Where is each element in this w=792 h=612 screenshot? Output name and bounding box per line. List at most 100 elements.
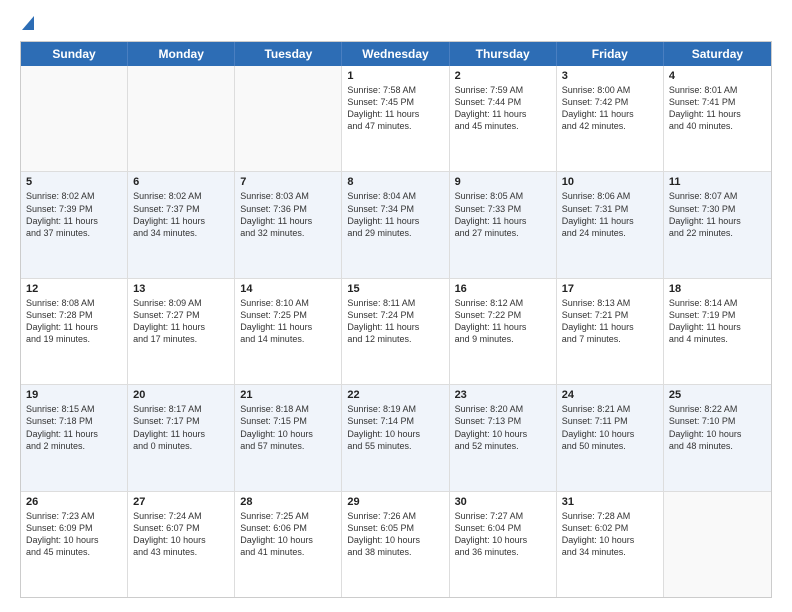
day-cell-19: 19 Sunrise: 8:15 AM Sunset: 7:18 PM Dayli…	[21, 385, 128, 490]
day-number: 9	[455, 176, 551, 188]
day-cell-24: 24 Sunrise: 8:21 AM Sunset: 7:11 PM Dayli…	[557, 385, 664, 490]
day-cell-2: 2 Sunrise: 7:59 AM Sunset: 7:44 PM Daylig…	[450, 66, 557, 171]
day-info: Sunrise: 7:28 AM Sunset: 6:02 PM Dayligh…	[562, 510, 658, 559]
day-info: Sunrise: 8:20 AM Sunset: 7:13 PM Dayligh…	[455, 403, 551, 452]
empty-cell	[21, 66, 128, 171]
empty-cell	[128, 66, 235, 171]
day-cell-5: 5 Sunrise: 8:02 AM Sunset: 7:39 PM Daylig…	[21, 172, 128, 277]
day-cell-13: 13 Sunrise: 8:09 AM Sunset: 7:27 PM Dayli…	[128, 279, 235, 384]
day-number: 10	[562, 176, 658, 188]
day-number: 18	[669, 283, 766, 295]
calendar-row-4: 19 Sunrise: 8:15 AM Sunset: 7:18 PM Dayli…	[21, 385, 771, 491]
day-number: 25	[669, 389, 766, 401]
day-cell-17: 17 Sunrise: 8:13 AM Sunset: 7:21 PM Dayli…	[557, 279, 664, 384]
day-number: 26	[26, 496, 122, 508]
day-number: 2	[455, 70, 551, 82]
weekday-header-friday: Friday	[557, 42, 664, 66]
day-cell-21: 21Sunrise: 8:18 AM Sunset: 7:15 PM Dayli…	[235, 385, 342, 490]
day-number: 6	[133, 176, 229, 188]
calendar: SundayMondayTuesdayWednesdayThursdayFrid…	[20, 41, 772, 598]
day-info: Sunrise: 8:08 AM Sunset: 7:28 PM Dayligh…	[26, 297, 122, 346]
day-cell-26: 26 Sunrise: 7:23 AM Sunset: 6:09 PM Dayli…	[21, 492, 128, 597]
day-info: Sunrise: 8:09 AM Sunset: 7:27 PM Dayligh…	[133, 297, 229, 346]
day-info: Sunrise: 8:17 AM Sunset: 7:17 PM Dayligh…	[133, 403, 229, 452]
header	[20, 18, 772, 31]
calendar-row-2: 5 Sunrise: 8:02 AM Sunset: 7:39 PM Daylig…	[21, 172, 771, 278]
day-cell-15: 15 Sunrise: 8:11 AM Sunset: 7:24 PM Dayli…	[342, 279, 449, 384]
logo-triangle-icon	[22, 16, 34, 35]
day-info: Sunrise: 8:11 AM Sunset: 7:24 PM Dayligh…	[347, 297, 443, 346]
day-number: 12	[26, 283, 122, 295]
calendar-body: 1 Sunrise: 7:58 AM Sunset: 7:45 PM Daylig…	[21, 66, 771, 597]
day-number: 29	[347, 496, 443, 508]
day-cell-14: 14 Sunrise: 8:10 AM Sunset: 7:25 PM Dayli…	[235, 279, 342, 384]
calendar-row-1: 1 Sunrise: 7:58 AM Sunset: 7:45 PM Daylig…	[21, 66, 771, 172]
day-info: Sunrise: 8:04 AM Sunset: 7:34 PM Dayligh…	[347, 190, 443, 239]
day-number: 31	[562, 496, 658, 508]
day-info: Sunrise: 8:10 AM Sunset: 7:25 PM Dayligh…	[240, 297, 336, 346]
day-number: 22	[347, 389, 443, 401]
day-info: Sunrise: 8:22 AM Sunset: 7:10 PM Dayligh…	[669, 403, 766, 452]
day-number: 13	[133, 283, 229, 295]
day-cell-16: 16Sunrise: 8:12 AM Sunset: 7:22 PM Dayli…	[450, 279, 557, 384]
day-info: Sunrise: 8:13 AM Sunset: 7:21 PM Dayligh…	[562, 297, 658, 346]
day-info: Sunrise: 8:06 AM Sunset: 7:31 PM Dayligh…	[562, 190, 658, 239]
day-cell-28: 28Sunrise: 7:25 AM Sunset: 6:06 PM Dayli…	[235, 492, 342, 597]
calendar-header: SundayMondayTuesdayWednesdayThursdayFrid…	[21, 42, 771, 66]
day-cell-9: 9 Sunrise: 8:05 AM Sunset: 7:33 PM Daylig…	[450, 172, 557, 277]
day-info: Sunrise: 8:03 AM Sunset: 7:36 PM Dayligh…	[240, 190, 336, 239]
weekday-header-thursday: Thursday	[450, 42, 557, 66]
day-info: Sunrise: 8:05 AM Sunset: 7:33 PM Dayligh…	[455, 190, 551, 239]
day-cell-11: 11 Sunrise: 8:07 AM Sunset: 7:30 PM Dayli…	[664, 172, 771, 277]
day-cell-10: 10 Sunrise: 8:06 AM Sunset: 7:31 PM Dayli…	[557, 172, 664, 277]
day-info: Sunrise: 7:59 AM Sunset: 7:44 PM Dayligh…	[455, 84, 551, 133]
day-number: 30	[455, 496, 551, 508]
day-number: 1	[347, 70, 443, 82]
day-info: Sunrise: 7:27 AM Sunset: 6:04 PM Dayligh…	[455, 510, 551, 559]
day-info: Sunrise: 8:21 AM Sunset: 7:11 PM Dayligh…	[562, 403, 658, 452]
day-number: 19	[26, 389, 122, 401]
day-cell-8: 8 Sunrise: 8:04 AM Sunset: 7:34 PM Daylig…	[342, 172, 449, 277]
weekday-header-wednesday: Wednesday	[342, 42, 449, 66]
day-cell-22: 22Sunrise: 8:19 AM Sunset: 7:14 PM Dayli…	[342, 385, 449, 490]
day-number: 5	[26, 176, 122, 188]
day-cell-12: 12 Sunrise: 8:08 AM Sunset: 7:28 PM Dayli…	[21, 279, 128, 384]
day-cell-25: 25 Sunrise: 8:22 AM Sunset: 7:10 PM Dayli…	[664, 385, 771, 490]
day-number: 21	[240, 389, 336, 401]
day-cell-20: 20Sunrise: 8:17 AM Sunset: 7:17 PM Dayli…	[128, 385, 235, 490]
logo	[20, 18, 34, 31]
day-cell-30: 30 Sunrise: 7:27 AM Sunset: 6:04 PM Dayli…	[450, 492, 557, 597]
day-number: 17	[562, 283, 658, 295]
empty-cell	[235, 66, 342, 171]
day-info: Sunrise: 7:26 AM Sunset: 6:05 PM Dayligh…	[347, 510, 443, 559]
day-info: Sunrise: 8:00 AM Sunset: 7:42 PM Dayligh…	[562, 84, 658, 133]
day-info: Sunrise: 8:02 AM Sunset: 7:39 PM Dayligh…	[26, 190, 122, 239]
day-cell-4: 4 Sunrise: 8:01 AM Sunset: 7:41 PM Daylig…	[664, 66, 771, 171]
day-cell-29: 29 Sunrise: 7:26 AM Sunset: 6:05 PM Dayli…	[342, 492, 449, 597]
day-cell-27: 27Sunrise: 7:24 AM Sunset: 6:07 PM Dayli…	[128, 492, 235, 597]
day-info: Sunrise: 8:14 AM Sunset: 7:19 PM Dayligh…	[669, 297, 766, 346]
day-number: 11	[669, 176, 766, 188]
day-number: 14	[240, 283, 336, 295]
weekday-header-saturday: Saturday	[664, 42, 771, 66]
day-info: Sunrise: 8:07 AM Sunset: 7:30 PM Dayligh…	[669, 190, 766, 239]
day-number: 3	[562, 70, 658, 82]
day-info: Sunrise: 8:01 AM Sunset: 7:41 PM Dayligh…	[669, 84, 766, 133]
empty-cell	[664, 492, 771, 597]
weekday-header-monday: Monday	[128, 42, 235, 66]
day-number: 15	[347, 283, 443, 295]
day-number: 8	[347, 176, 443, 188]
day-info: Sunrise: 8:15 AM Sunset: 7:18 PM Dayligh…	[26, 403, 122, 452]
day-info: Sunrise: 7:58 AM Sunset: 7:45 PM Dayligh…	[347, 84, 443, 133]
day-info: Sunrise: 7:24 AM Sunset: 6:07 PM Dayligh…	[133, 510, 229, 559]
day-number: 7	[240, 176, 336, 188]
day-cell-18: 18 Sunrise: 8:14 AM Sunset: 7:19 PM Dayli…	[664, 279, 771, 384]
calendar-row-5: 26 Sunrise: 7:23 AM Sunset: 6:09 PM Dayli…	[21, 492, 771, 597]
day-number: 4	[669, 70, 766, 82]
day-info: Sunrise: 7:25 AM Sunset: 6:06 PM Dayligh…	[240, 510, 336, 559]
calendar-row-3: 12 Sunrise: 8:08 AM Sunset: 7:28 PM Dayli…	[21, 279, 771, 385]
day-number: 24	[562, 389, 658, 401]
day-cell-1: 1 Sunrise: 7:58 AM Sunset: 7:45 PM Daylig…	[342, 66, 449, 171]
weekday-header-tuesday: Tuesday	[235, 42, 342, 66]
day-info: Sunrise: 7:23 AM Sunset: 6:09 PM Dayligh…	[26, 510, 122, 559]
